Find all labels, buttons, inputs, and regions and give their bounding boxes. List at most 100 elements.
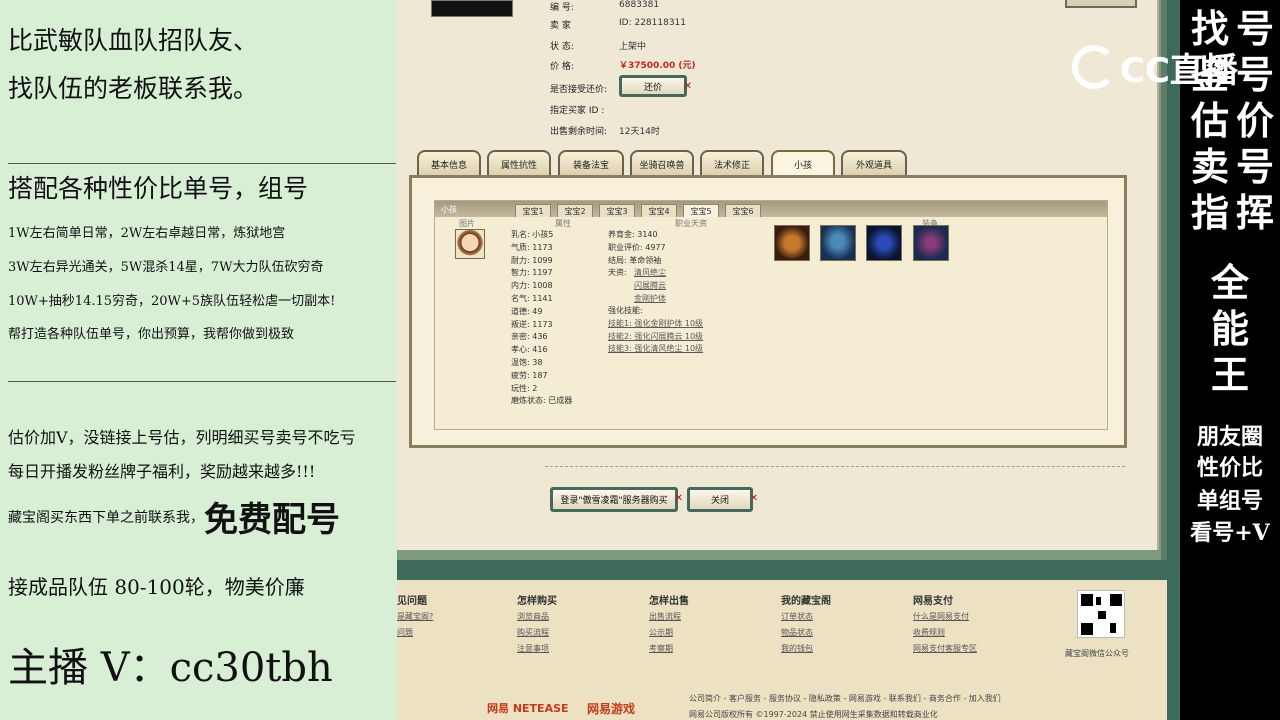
stat-row: 亲密: 436 [511,332,548,342]
equipment-slot[interactable] [866,225,902,261]
promo-char: 能 [1210,306,1249,351]
stat-row: 名气: 1141 [511,293,553,303]
footer-link[interactable]: 问题 [397,627,413,638]
bargain-button-label: 还价 [643,82,662,93]
netease-logo: 网易 NETEASE [487,702,569,715]
footer-link[interactable]: 公示期 [649,627,673,638]
talent-link[interactable]: 清风绝尘 [634,267,666,280]
skill-link[interactable]: 技能3: 强化清风绝尘 10级 [608,343,703,356]
netease-games-logo: 网易游戏 [587,702,636,716]
serial-value: 6883381 [619,0,660,10]
stat-row: 智力: 1197 [511,268,553,278]
stat-row: 玩性: 2 [511,383,538,393]
ad-line-6: 10W+抽秒14.15穷奇，20W+5族队伍轻松虐一切副本! [8,294,336,309]
login-purchase-button[interactable]: 登录"傲雪凌霜"服务器购买 ✕ [550,487,683,512]
bargain-button[interactable]: 还价 ✕ [619,75,692,97]
skill-link[interactable]: 技能1: 强化金刚护体 10级 [608,318,703,331]
promo-col-center: 全 能 王 [1180,260,1280,398]
tab-appearance[interactable]: 外观道具 [841,150,907,176]
promo-char: 号 [1235,52,1274,97]
status-label: 状 态: [550,42,574,52]
streamer-info-panel: 比武敏队血队招队友、 找队伍的老板联系我。 搭配各种性价比单号，组号 1W左右简… [0,0,397,720]
ad-line-7: 帮打造各种队伍单号，你出预算，我帮你做到极致 [8,327,295,342]
divider [8,163,396,164]
talent-list: 清风绝尘 闪展腾云 金刚护体 [634,267,666,305]
bargain-label: 是否接受还价: [550,85,608,95]
divider [8,381,396,382]
tab-basic-info[interactable]: 基本信息 [417,150,481,176]
footer-link[interactable]: 收费规则 [913,627,945,638]
ad-line-4: 1W左右简单日常，2W左右卓越日常，炼狱地宫 [8,226,286,241]
talent-link[interactable]: 金刚护体 [634,293,666,306]
subtab-baby-2[interactable]: 宝宝2 [557,204,593,217]
col-header-attributes: 属性 [555,219,571,228]
promo-char: 指 [1190,190,1229,235]
promo-small-3: 单组号 [1196,488,1263,514]
ad-line-9: 每日开播发粉丝牌子福利，奖励越来越多!!! [8,462,316,481]
tab-mounts[interactable]: 坐骑召唤兽 [630,150,694,176]
footer-link[interactable]: 浏览商品 [517,611,549,622]
promo-char: 估 [1190,98,1229,143]
close-icon: ✕ [683,81,692,92]
equipment-slot[interactable] [774,225,810,261]
panel-header: 小孩 [441,205,457,214]
skill-link[interactable]: 技能2: 强化闪展腾云 10级 [608,331,703,344]
promo-small-1: 朋友圈 [1196,424,1263,450]
seller-value: ID: 228118311 [619,18,687,28]
close-button[interactable]: 关闭 ✕ [687,487,758,512]
child-detail-box: 小孩 宝宝1 宝宝2 宝宝3 宝宝4 宝宝5 宝宝6 图片 属性 职业天资 装备 [409,175,1127,448]
subtab-baby-3[interactable]: 宝宝3 [599,204,635,217]
footer-link[interactable]: 考察期 [649,643,673,654]
tab-equipment[interactable]: 装备法宝 [558,150,624,176]
footer-link[interactable]: 购买流程 [517,627,549,638]
cc-logo-icon [1072,45,1116,89]
child-subtab-bar: 小孩 宝宝1 宝宝2 宝宝3 宝宝4 宝宝5 宝宝6 [435,201,1107,217]
price-label: 价 格: [550,62,574,72]
subtab-baby-1[interactable]: 宝宝1 [515,204,551,217]
promo-small-4: 看号+V [1190,520,1270,546]
talent-link[interactable]: 闪展腾云 [634,280,666,293]
footer-head: 怎样出售 [649,596,689,607]
ad-line-10: 藏宝阁买东西下单之前联系我， 免费配号 [8,492,340,541]
footer-link[interactable]: 我的钱包 [781,643,813,654]
promo-strip: 找 鉴 估 卖 指 号 号 价 号 挥 全 能 王 朋友圈 性价比 单组号 看号… [1180,0,1280,720]
subtab-baby-6[interactable]: 宝宝6 [725,204,761,217]
subtab-baby-5[interactable]: 宝宝5 [683,204,719,217]
footer-link[interactable]: 出售流程 [649,611,681,622]
stat-row: 磨炼状态: 已成器 [511,396,573,406]
item-detail-area: 编 号: 6883381 卖 家 ID: 228118311 状 态: 上架中 … [397,0,1159,550]
buyer-label: 指定买家 ID : [550,106,605,116]
footer-link[interactable]: 订单状态 [781,611,813,622]
serial-label: 编 号: [550,3,574,13]
price-value: ￥37500.00 (元) [619,61,696,71]
tab-child[interactable]: 小孩 [771,150,835,176]
top-right-button[interactable] [1065,0,1137,8]
footer-link[interactable]: 是藏宝阁? [397,611,433,622]
tab-spells[interactable]: 法术修正 [700,150,764,176]
login-purchase-label: 登录"傲雪凌霜"服务器购买 [560,496,668,506]
promo-char: 价 [1235,98,1274,143]
tab-attributes[interactable]: 属性抗性 [487,150,551,176]
promo-char: 全 [1210,260,1249,305]
equipment-slot[interactable] [913,225,949,261]
footer-links-line[interactable]: 公司简介 - 客户服务 - 服务协议 - 隐私政策 - 网易游戏 - 联系我们 … [689,693,1001,704]
footer-link[interactable]: 物品状态 [781,627,813,638]
footer-link[interactable]: 什么是网易支付 [913,611,969,622]
close-icon: ✕ [674,493,683,504]
close-button-label: 关闭 [710,496,729,506]
promo-col-a: 找 鉴 估 卖 指 [1182,6,1238,236]
stat-row: 疲劳: 187 [511,370,548,380]
page-frame: 编 号: 6883381 卖 家 ID: 228118311 状 态: 上架中 … [397,0,1167,560]
career-money: 养育金: 3140 [608,230,658,239]
subtab-baby-4[interactable]: 宝宝4 [641,204,677,217]
equipment-slot[interactable] [820,225,856,261]
footer-link[interactable]: 注意事项 [517,643,549,654]
stat-row: 叛逆: 1173 [511,319,553,329]
career-rating: 职业评价: 4977 [608,242,666,252]
col-header-image: 图片 [459,219,475,228]
status-value: 上架中 [619,42,647,52]
child-avatar [455,229,485,259]
col-header-career: 职业天资 [675,219,707,228]
footer-link[interactable]: 网易支付客服专区 [913,643,977,654]
ad-line-8: 估价加V，没链接上号估，列明细买号卖号不吃亏 [8,428,356,447]
